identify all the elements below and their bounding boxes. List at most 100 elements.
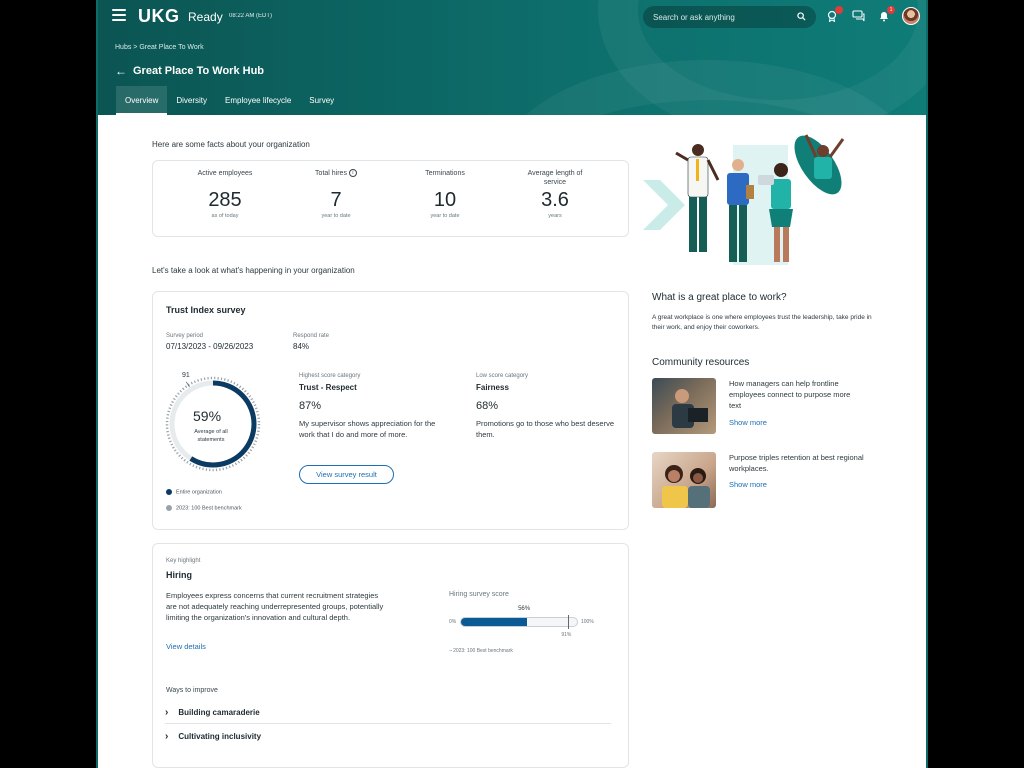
legend-dot-primary [166,489,172,495]
survey-period-value: 07/13/2023 - 09/26/2023 [166,342,254,351]
respond-rate-label: Respond rate [293,333,330,339]
highest-label: Highest score category [299,373,361,379]
resource-text-2: Purpose triples retention at best region… [729,453,864,473]
fact-terminations: Terminations 10 year to date [395,169,495,219]
fact-value: 285 [208,189,242,211]
gauge-percent: 59% [193,408,222,424]
fact-label: Total hires [315,170,347,177]
breadcrumb[interactable]: Hubs > Great Place To Work [115,44,204,51]
facts-intro: Here are some facts about your organizat… [152,140,310,149]
resource-text-1: How managers can help frontline employee… [729,379,851,410]
ways-label: Ways to improve [166,687,218,694]
hiring-score-value: 56% [518,606,531,612]
clock-time: 08:22 AM (EDT) [229,13,273,19]
fact-label: Average length of service [527,170,583,186]
fact-label-row: Total hires i [286,169,386,189]
fact-sub: years [548,213,562,219]
show-more-link-1[interactable]: Show more [729,418,767,427]
highest-category: Trust - Respect [299,383,357,392]
hiring-legend: ···· 2023: 100 Best benchmark [449,648,513,654]
legend-text: Entire organization [176,489,222,496]
fact-total-hires: Total hires i 7 year to date [286,169,386,219]
key-highlight-card: Key highlight Hiring Employees express c… [152,543,629,768]
ukg-logo[interactable]: UKG [138,6,180,27]
recognition-icon[interactable] [824,6,843,25]
hub-tabs: Overview Diversity Employee lifecycle Su… [116,86,343,115]
tab-employee-lifecycle[interactable]: Employee lifecycle [216,86,300,115]
what-is-gptw-title: What is a great place to work? [652,292,787,303]
chevron-right-icon: › [165,730,169,742]
trust-index-card: Trust Index survey Survey period 07/13/2… [152,291,629,530]
view-details-link[interactable]: View details [166,642,206,651]
fact-value: 7 [330,189,342,211]
respond-rate-value: 84% [293,342,310,351]
bell-icon[interactable]: 1 [876,6,895,25]
info-icon[interactable]: i [348,169,357,177]
lowest-category: Fairness [476,383,509,392]
chat-icon[interactable] [850,7,866,25]
what-is-gptw-text: A great workplace is one where employees… [652,314,872,331]
team-celebration-illustration [643,134,845,265]
hiring-benchmark-marker [568,615,570,629]
gauge-benchmark-label: 91 [182,372,190,379]
facts-card: Active employees 285 as of today Total h… [152,160,629,237]
legend-dot-benchmark [166,505,172,511]
search-input[interactable] [653,12,783,22]
trust-title: Trust Index survey [166,305,246,315]
recognition-badge [835,6,843,14]
accordion-label: Cultivating inclusivity [178,731,262,741]
notification-badge: 1 [887,6,895,14]
hiring-legend-text: 2023: 100 Best benchmark [453,648,513,654]
view-survey-result-button[interactable]: View survey result [299,465,394,484]
tab-survey[interactable]: Survey [300,86,343,115]
legend-text: 2023: 100 Best benchmark [176,505,242,512]
score-max-label: 100% [581,619,594,625]
community-resources-title: Community resources [652,357,750,368]
page-title: Great Place To Work Hub [133,65,265,77]
resource-thumbnail-1[interactable] [652,378,716,434]
accordion-cultivating-inclusivity[interactable]: › Cultivating inclusivity [165,725,611,747]
tab-overview[interactable]: Overview [116,86,168,115]
user-avatar[interactable] [902,7,920,25]
accordion-building-camaraderie[interactable]: › Building camaraderie [165,702,611,724]
highlight-title: Hiring [166,570,192,580]
show-more-link-2[interactable]: Show more [729,480,767,489]
highlight-kicker: Key highlight [166,558,201,564]
lowest-description: Promotions go to those who best deserve … [476,419,614,439]
fact-sub: year to date [321,213,351,219]
accordion-label: Building camaraderie [178,708,260,717]
legend-benchmark: 2023: 100 Best benchmark [166,505,242,511]
resource-thumbnail-2[interactable] [652,452,716,508]
hiring-score-fill [461,618,528,626]
tab-diversity[interactable]: Diversity [167,86,216,115]
legend-entire-org: Entire organization [166,489,222,495]
app-header: UKG Ready 08:22 AM (EDT) 1 [98,0,926,115]
fact-active-employees: Active employees 285 as of today [175,169,275,219]
chevron-right-icon: › [165,707,169,718]
survey-period-label: Survey period [166,333,204,339]
highlight-description: Employees express concerns that current … [166,591,384,622]
back-arrow-icon[interactable]: ← [115,64,127,78]
fact-sub: as of today [211,213,239,219]
fact-sub: year to date [430,213,460,219]
fact-average-service: Average length of service 3.6 years [505,169,605,219]
fact-label: Terminations [425,170,465,177]
hiring-score-label: Hiring survey score [449,591,509,598]
highest-description: My supervisor shows appreciation for the… [299,419,436,439]
fact-value: 10 [433,189,457,211]
search-icon[interactable] [797,8,806,26]
search-bar[interactable] [643,6,816,28]
happening-intro: Let's take a look at what's happening in… [152,266,355,275]
gauge-benchmark-ring [165,376,261,472]
dotted-line-icon: ···· [449,648,453,654]
lowest-label: Low score category [476,373,529,379]
top-icons: 1 [824,6,920,25]
gauge-caption: Average of all statements [194,429,228,443]
logo-ready-label: Ready [188,10,223,24]
top-bar: UKG Ready 08:22 AM (EDT) 1 [98,0,926,34]
app-frame: UKG Ready 08:22 AM (EDT) 1 [96,0,928,768]
highest-percent: 87% [299,400,322,412]
fact-label: Active employees [197,170,253,177]
menu-icon[interactable] [112,9,126,23]
hiring-score-bar [460,615,578,629]
